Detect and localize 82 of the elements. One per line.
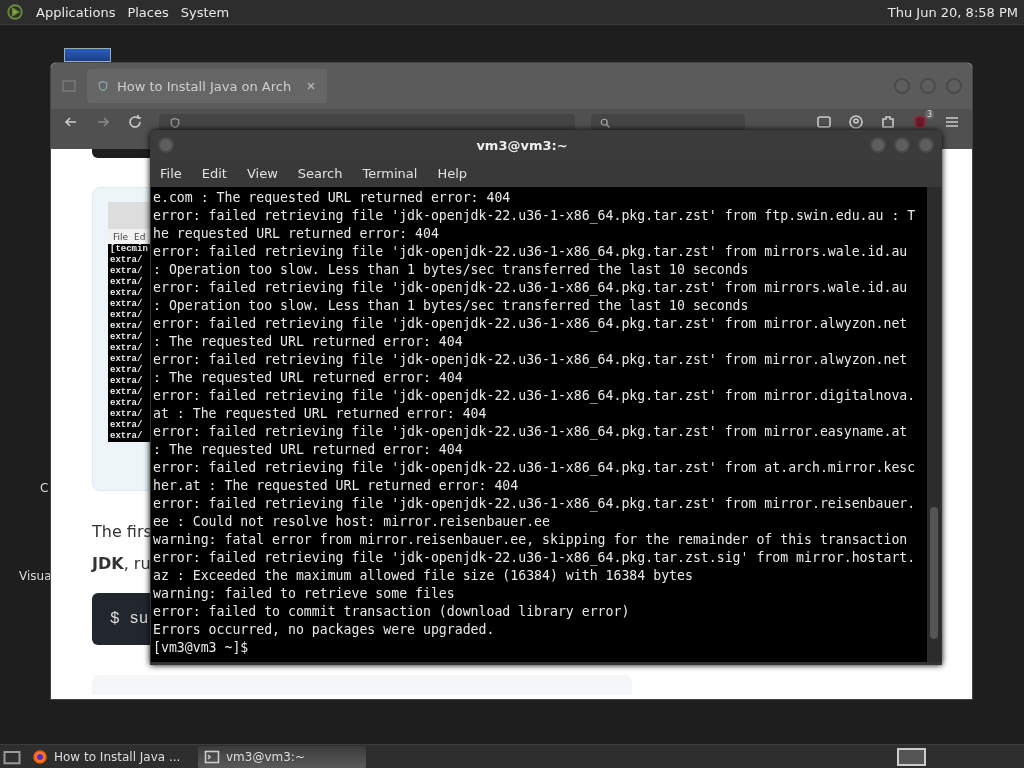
screenshot-line: extra/ xyxy=(109,266,143,277)
panel-menu[interactable]: System xyxy=(180,4,230,20)
terminal-line: error: failed retrieving file 'jdk-openjdk-22.u36-1-x86_64.pkg.tar.zst' from mirror.alwyzon.net xyxy=(153,315,909,333)
shield-icon xyxy=(97,80,109,92)
minimize-button[interactable] xyxy=(870,137,886,153)
clock[interactable]: Thu Jun 20, 8:58 PM xyxy=(887,4,1018,20)
terminal-icon xyxy=(204,748,220,765)
terminal-line: error: failed retrieving file 'jdk-openjdk-22.u36-1-x86_64.pkg.tar.zst' from mirrors.wale.id.au xyxy=(153,279,909,297)
menu-item[interactable]: Edit xyxy=(201,166,227,181)
terminal-line: error: failed retrieving file 'jdk-openjdk-22.u36-1-x86_64.pkg.tar.zst' from mirror.reisenbauer. xyxy=(153,495,917,513)
browser-icon xyxy=(32,748,48,765)
screenshot-line: extra/ xyxy=(109,354,143,365)
pocket-icon[interactable] xyxy=(816,114,832,130)
terminal-line: error: failed retrieving file 'jdk-openjdk-22.u36-1-x86_64.pkg.tar.zst' from at.arch.mirror.kesc xyxy=(153,459,917,477)
window-menu-button[interactable] xyxy=(158,137,174,153)
account-icon[interactable] xyxy=(848,114,864,130)
menu-item[interactable]: View xyxy=(246,166,278,181)
extension-badge: 3 xyxy=(924,110,934,119)
terminal-line: : The requested URL returned error: 404 xyxy=(153,333,464,351)
article-text: JDK, ru xyxy=(92,553,151,575)
screenshot-line: extra/ xyxy=(109,288,143,299)
menu-item[interactable]: Search xyxy=(297,166,343,181)
terminal-line: warning: fatal error from mirror.reisenbauer.ee, skipping for the remainder of this transaction xyxy=(153,531,909,549)
terminal-line: ee : Could not resolve host: mirror.reisenbauer.ee xyxy=(153,513,551,531)
close-icon xyxy=(305,80,317,92)
close-button[interactable] xyxy=(918,137,934,153)
puzzle-icon[interactable] xyxy=(880,114,896,130)
extension-icon[interactable] xyxy=(912,114,928,130)
computer-icon[interactable] xyxy=(64,48,111,62)
shield-icon xyxy=(169,117,181,129)
screenshot-line: extra/ xyxy=(109,431,143,442)
window-title: vm3@vm3:~ xyxy=(475,137,569,153)
scrollbar-thumb[interactable] xyxy=(930,507,938,639)
screenshot-line: extra/ xyxy=(109,343,143,354)
reload-icon[interactable] xyxy=(127,114,143,130)
browser-tab[interactable]: How to Install Java on Arch xyxy=(87,69,327,103)
screenshot-line: extra/ xyxy=(109,321,143,332)
screenshot-title-bar xyxy=(108,202,151,230)
taskbar-button[interactable]: vm3@vm3:~ xyxy=(198,745,366,768)
terminal-line: error: failed retrieving file 'jdk-openjdk-22.u36-1-x86_64.pkg.tar.zst.sig' from mirror.hostart. xyxy=(153,549,917,567)
scrollbar[interactable] xyxy=(927,187,941,662)
screenshot-line: [tecmin xyxy=(109,244,148,255)
screenshot-line: extra/ xyxy=(109,420,143,431)
menu-item[interactable]: Terminal xyxy=(362,166,418,181)
screenshot-line: extra/ xyxy=(109,376,143,387)
terminal-line: error: failed retrieving file 'jdk-openjdk-22.u36-1-x86_64.pkg.tar.zst' from ftp.swin.edu.au : T xyxy=(153,207,917,225)
maximize-button[interactable] xyxy=(894,137,910,153)
terminal-line: error: failed retrieving file 'jdk-openjdk-22.u36-1-x86_64.pkg.tar.zst' from mirror.easyname.at xyxy=(153,423,909,441)
screenshot-line: extra/ xyxy=(109,277,143,288)
screenshot-line: extra/ xyxy=(109,310,143,321)
terminal-line: error: failed retrieving file 'jdk-openjdk-22.u36-1-x86_64.pkg.tar.zst' from mirror.digitalnova. xyxy=(153,387,917,405)
screenshot-line: extra/ xyxy=(109,387,143,398)
tab-list-icon xyxy=(61,78,77,94)
distro-logo-icon xyxy=(6,3,24,21)
menu-item[interactable]: File xyxy=(160,166,182,181)
screenshot-line: extra/ xyxy=(109,299,143,310)
terminal-line: : The requested URL returned error: 404 xyxy=(153,441,464,459)
screenshot-line: extra/ xyxy=(109,255,143,266)
menu-icon[interactable] xyxy=(944,114,960,130)
article-text: The firs xyxy=(92,521,152,543)
terminal-line: error: failed retrieving file 'jdk-openjdk-22.u36-1-x86_64.pkg.tar.zst' from mirror.alwyzon.net xyxy=(153,351,909,369)
desktop-icon-label[interactable]: Visua xyxy=(19,569,52,583)
terminal-line: az : Exceeded the maximum allowed file size (16384) with 16384 bytes xyxy=(153,567,694,585)
desktop-icon-label[interactable]: C xyxy=(40,481,49,495)
menu-item[interactable]: Help xyxy=(437,166,468,181)
terminal-line: : Operation too slow. Less than 1 bytes/sec transferred the last 10 seconds xyxy=(153,297,750,315)
terminal-line: : The requested URL returned error: 404 xyxy=(153,369,464,387)
terminal-line: at : The requested URL returned error: 404 xyxy=(153,405,488,423)
terminal-line: he requested URL returned error: 404 xyxy=(153,225,440,243)
panel-menu[interactable]: Applications xyxy=(36,4,116,20)
terminal-line: error: failed retrieving file 'jdk-openjdk-22.u36-1-x86_64.pkg.tar.zst' from mirrors.wale.id.au xyxy=(153,243,909,261)
screenshot-line: extra/ xyxy=(109,398,143,409)
terminal-line: : Operation too slow. Less than 1 bytes/sec transferred the last 10 seconds xyxy=(153,261,750,279)
panel-menu[interactable]: Places xyxy=(127,4,169,20)
screenshot-line: extra/ xyxy=(109,332,143,343)
workspace-switcher[interactable] xyxy=(897,748,926,766)
taskbar-button[interactable]: How to Install Java ... xyxy=(26,745,194,768)
screenshot-line: extra/ xyxy=(109,409,143,420)
screenshot-line: extra/ xyxy=(109,365,143,376)
terminal-line: e.com : The requested URL returned error: 404 xyxy=(153,189,512,207)
terminal-line: her.at : The requested URL returned error: 404 xyxy=(153,477,520,495)
search-icon xyxy=(599,117,611,129)
